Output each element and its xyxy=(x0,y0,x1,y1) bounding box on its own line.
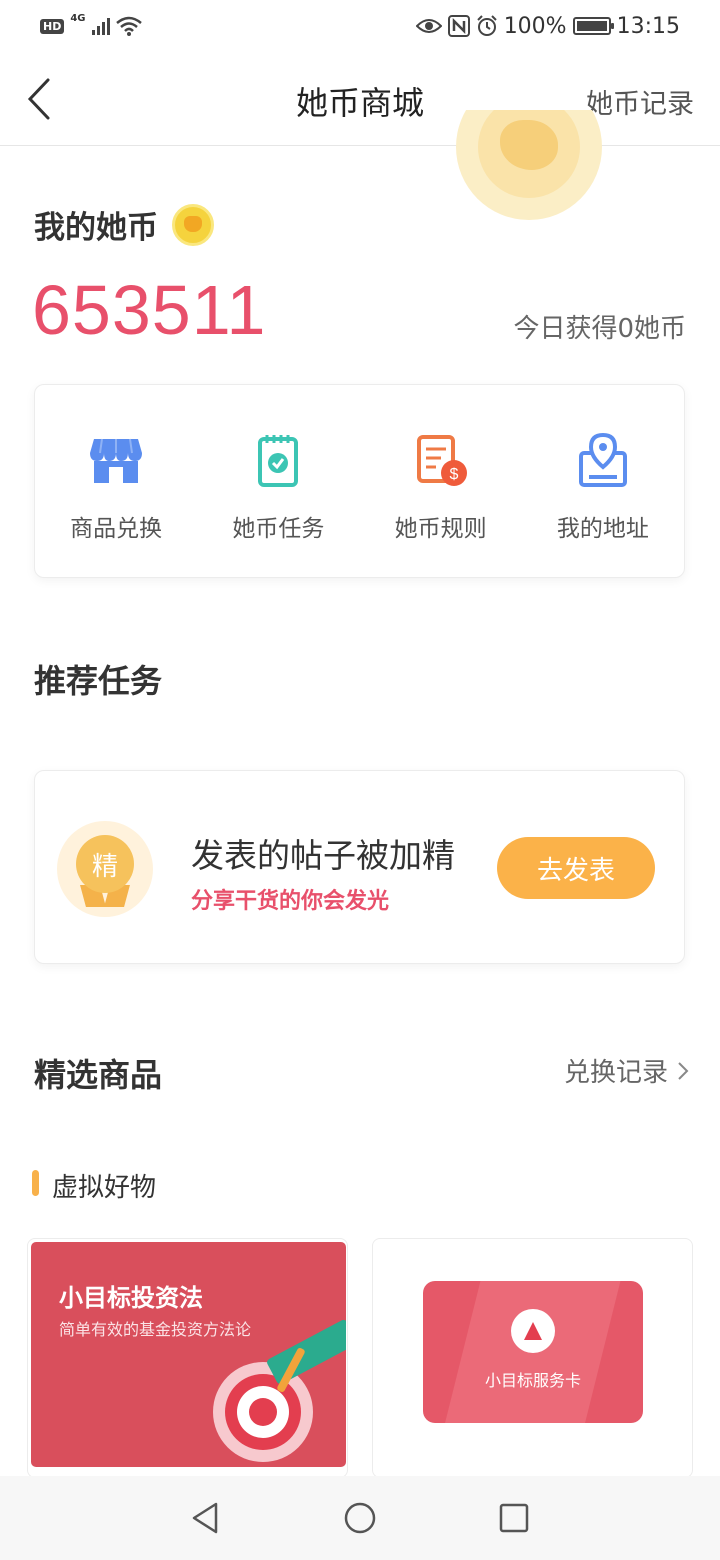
exchange-record-link[interactable]: 兑换记录 xyxy=(564,1052,690,1089)
location-pin-icon xyxy=(578,432,627,487)
status-bar: HD 4G 100% 13:15 xyxy=(0,0,720,52)
nfc-icon xyxy=(447,15,470,37)
coin-record-link[interactable]: 她币记录 xyxy=(586,82,694,121)
clock: 13:15 xyxy=(616,13,680,39)
svg-text:$: $ xyxy=(449,466,458,483)
document-dollar-icon: $ xyxy=(416,435,467,486)
exchange-record-label: 兑换记录 xyxy=(563,1058,668,1088)
coin-icon xyxy=(172,203,214,246)
menu-item-address[interactable]: 我的地址 xyxy=(522,385,684,577)
network-type: 4G xyxy=(70,12,86,24)
hd-badge: HD xyxy=(40,18,65,34)
featured-products-title: 精选商品 xyxy=(34,1056,163,1094)
home-circle-icon[interactable] xyxy=(342,1500,378,1536)
category-marker xyxy=(32,1170,39,1196)
featured-badge-icon: 精 xyxy=(57,821,153,917)
service-card-name: 小目标服务卡 xyxy=(484,1371,581,1390)
menu-label-address: 我的地址 xyxy=(556,516,649,542)
quick-menu-card: 商品兑换 她币任务 $ 她币规则 我的地址 xyxy=(34,384,685,578)
battery-icon xyxy=(572,17,614,35)
hand-illustration xyxy=(265,1318,346,1386)
chevron-right-icon xyxy=(678,1061,689,1080)
target-icon xyxy=(213,1362,313,1462)
coin-decoration xyxy=(456,110,602,220)
product-card[interactable]: 小目标投资法 简单有效的基金投资方法论 xyxy=(27,1238,348,1478)
task-subtitle: 分享干货的你会发光 xyxy=(191,889,390,914)
service-logo-icon xyxy=(511,1309,555,1353)
badge-text: 精 xyxy=(76,835,134,893)
menu-label-tasks: 她币任务 xyxy=(232,516,325,542)
battery-percent: 100% xyxy=(503,13,567,39)
today-earned: 今日获得0她币 xyxy=(513,314,686,344)
nav-bar: 她币商城 她币记录 xyxy=(0,52,720,146)
my-coins-label: 我的她币 xyxy=(34,210,158,246)
category-title: 虚拟好物 xyxy=(52,1173,157,1203)
menu-label-exchange: 商品兑换 xyxy=(70,516,163,542)
product-image: 小目标投资法 简单有效的基金投资方法论 xyxy=(31,1242,346,1467)
battery-level xyxy=(576,21,607,31)
system-nav-bar xyxy=(0,1476,720,1560)
menu-label-rules: 她币规则 xyxy=(394,516,487,542)
recents-square-icon[interactable] xyxy=(496,1500,532,1536)
product-title: 小目标投资法 xyxy=(59,1284,203,1312)
task-card: 精 发表的帖子被加精 分享干货的你会发光 去发表 xyxy=(34,770,685,964)
coin-balance: 653511 xyxy=(32,271,267,349)
menu-item-rules[interactable]: $ 她币规则 xyxy=(360,385,522,577)
signal-icon xyxy=(91,17,110,35)
product-subtitle: 简单有效的基金投资方法论 xyxy=(59,1320,252,1339)
menu-item-tasks[interactable]: 她币任务 xyxy=(197,385,359,577)
back-triangle-icon[interactable] xyxy=(188,1500,224,1536)
alarm-icon xyxy=(476,15,497,36)
eye-icon xyxy=(415,19,442,33)
task-title: 发表的帖子被加精 xyxy=(191,836,455,875)
go-post-button[interactable]: 去发表 xyxy=(497,837,655,899)
product-card[interactable]: 小目标服务卡 xyxy=(372,1238,693,1478)
wifi-icon xyxy=(115,16,142,36)
clipboard-check-icon xyxy=(258,435,299,487)
store-icon xyxy=(90,438,143,483)
my-coins-heading: 我的她币 xyxy=(34,202,214,247)
menu-item-exchange[interactable]: 商品兑换 xyxy=(35,385,197,577)
service-card-image: 小目标服务卡 xyxy=(423,1281,643,1423)
recommended-tasks-title: 推荐任务 xyxy=(34,662,163,700)
